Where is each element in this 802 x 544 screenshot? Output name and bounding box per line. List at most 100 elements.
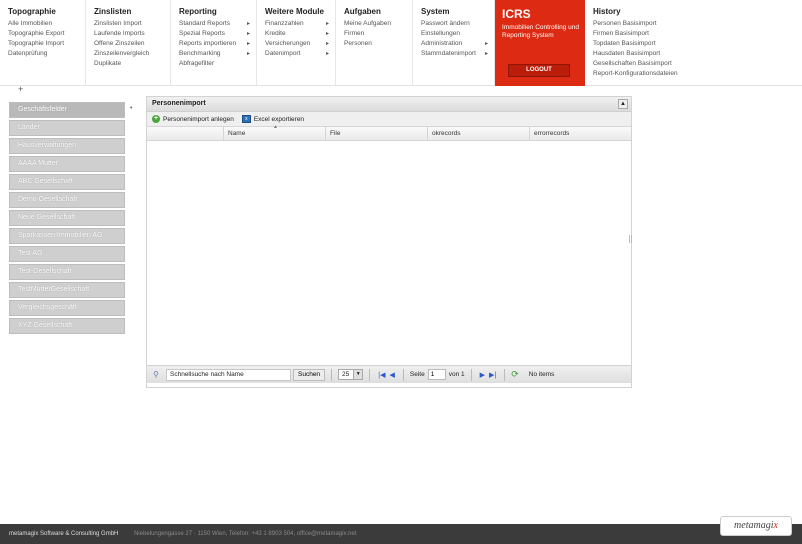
- sidebar-item[interactable]: XYZ Gesellschaft: [9, 318, 125, 334]
- sidebar-item[interactable]: Geschäftsfelder: [9, 102, 125, 118]
- search-icon: ⚲: [153, 370, 159, 379]
- sidebar-item[interactable]: Neue Gesellschaft: [9, 210, 125, 226]
- grid-body: [147, 141, 631, 359]
- plus-icon[interactable]: +: [18, 84, 23, 94]
- chevron-right-icon: ▸: [246, 51, 250, 57]
- menu-item[interactable]: Duplikate: [94, 59, 170, 69]
- sidebar-item[interactable]: Vergleichsgeschäft: [9, 300, 125, 316]
- menu-item[interactable]: Laufende Imports: [94, 29, 170, 39]
- menu-item[interactable]: Topographie Export: [8, 29, 85, 39]
- chevron-right-icon: ▸: [325, 21, 329, 27]
- chevron-right-icon: ▸: [325, 31, 329, 37]
- menu-item[interactable]: Datenprüfung: [8, 49, 85, 59]
- menu-title-zinslisten[interactable]: Zinslisten: [94, 7, 170, 16]
- menu-item[interactable]: Spezial Reports ▸: [179, 29, 256, 39]
- menu-item[interactable]: Topographie Import: [8, 39, 85, 49]
- sidebar-item[interactable]: AAAA Mutter: [9, 156, 125, 172]
- menu-item-label: Versicherungen: [265, 40, 311, 47]
- pager-separator: [331, 368, 333, 381]
- menu-item[interactable]: Reports importieren ▸: [179, 39, 256, 49]
- menu-item-label: Meine Aufgaben: [344, 20, 391, 27]
- quick-search-input[interactable]: [166, 368, 291, 381]
- menu-item[interactable]: Zinslisten Import: [94, 19, 170, 29]
- menu-title-topographie[interactable]: Topographie: [8, 7, 85, 16]
- menu-item-label: Passwort ändern: [421, 20, 470, 27]
- excel-export-button[interactable]: x Excel exportieren: [241, 115, 304, 123]
- last-page-icon[interactable]: ▶|: [489, 371, 496, 379]
- menu-item[interactable]: Versicherungen ▸: [265, 39, 335, 49]
- menu-item[interactable]: Zinszeilenvergleich: [94, 49, 170, 59]
- refresh-icon[interactable]: ⟳: [511, 369, 519, 380]
- resize-handle-icon[interactable]: [629, 235, 632, 243]
- collapse-dot-icon[interactable]: •: [130, 105, 132, 112]
- menu-item[interactable]: Finanzzahlen ▸: [265, 19, 335, 29]
- menu-column-history: History Personen Basisimport Firmen Basis…: [585, 0, 802, 86]
- menu-item[interactable]: Stammdatenimport ▸: [421, 49, 494, 59]
- sidebar-item[interactable]: Sparkassen Immobilien AG: [9, 228, 125, 244]
- page-size-select[interactable]: 25 ▼: [338, 369, 364, 380]
- menu-column-aufgaben: Aufgaben Meine Aufgaben Firmen Personen: [336, 0, 413, 86]
- footer: metamagix Software & Consulting GmbH Nie…: [0, 524, 802, 544]
- menu-title-weitere-module[interactable]: Weitere Module: [265, 7, 335, 16]
- sidebar-item[interactable]: ABC Gesellschaft: [9, 174, 125, 190]
- sort-indicator-icon: ▲: [273, 124, 278, 130]
- menu-item[interactable]: Administration ▸: [421, 39, 494, 49]
- grid-pager: ⚲ Suchen 25 ▼ |◀ ◀ Seite von 1 ▶ ▶| ⟳ No…: [147, 365, 631, 383]
- chevron-right-icon: ▸: [325, 51, 329, 57]
- history-item[interactable]: Report-Konfigurationsdateien: [593, 69, 802, 79]
- history-item[interactable]: Personen Basisimport: [593, 19, 802, 29]
- next-page-icon[interactable]: ▶: [480, 371, 485, 379]
- footer-company: metamagix Software & Consulting GmbH: [9, 531, 119, 537]
- menu-item[interactable]: Abfragefilter: [179, 59, 256, 69]
- menu-item[interactable]: Personen: [344, 39, 412, 49]
- sidebar-item[interactable]: Test AG: [9, 246, 125, 262]
- menu-item[interactable]: Passwort ändern: [421, 19, 494, 29]
- sidebar-item[interactable]: Demo Gesellschaft: [9, 192, 125, 208]
- panel-toolbar: + Personenimport anlegen x Excel exporti…: [147, 112, 631, 127]
- logout-button[interactable]: LOGOUT: [508, 64, 570, 77]
- menu-item[interactable]: Alle Immobilien: [8, 19, 85, 29]
- menu-item-label: Spezial Reports: [179, 30, 225, 37]
- menu-title-aufgaben[interactable]: Aufgaben: [344, 7, 412, 16]
- menu-item-label: Abfragefilter: [179, 60, 215, 67]
- menu-title-system[interactable]: System: [421, 7, 494, 16]
- menu-item-label: Duplikate: [94, 60, 122, 67]
- chevron-right-icon: ▸: [246, 21, 250, 27]
- icrs-subtitle: Immobilien Controlling und Reporting Sys…: [502, 24, 579, 39]
- menu-title-reporting[interactable]: Reporting: [179, 7, 256, 16]
- sidebar-item[interactable]: Test-Gesellschaft: [9, 264, 125, 280]
- column-errorrecords[interactable]: errorrecords: [529, 127, 631, 141]
- pager-separator: [369, 368, 371, 381]
- menu-item[interactable]: Datenimport ▸: [265, 49, 335, 59]
- menu-item[interactable]: Firmen: [344, 29, 412, 39]
- menu-item[interactable]: Offene Zinszeilen: [94, 39, 170, 49]
- column-okrecords[interactable]: okrecords: [427, 127, 529, 141]
- menu-item[interactable]: Meine Aufgaben: [344, 19, 412, 29]
- sidebar: Geschäftsfelder Länder Hausverwaltungen AAA…: [9, 102, 125, 336]
- panel-collapse-icon[interactable]: ▲: [618, 99, 628, 109]
- add-icon: +: [152, 115, 160, 123]
- menu-item-label: Datenprüfung: [8, 50, 48, 57]
- page-number-input[interactable]: [427, 369, 446, 380]
- history-item[interactable]: Topdaten Basisimport: [593, 39, 802, 49]
- search-button[interactable]: Suchen: [293, 368, 326, 381]
- pager-separator: [504, 368, 506, 381]
- menu-item[interactable]: Einstellungen: [421, 29, 494, 39]
- sidebar-item[interactable]: Länder: [9, 120, 125, 136]
- menu-column-weitere-module: Weitere Module Finanzzahlen ▸ Kredite ▸ Versi…: [257, 0, 336, 86]
- history-item[interactable]: Hausdaten Basisimport: [593, 49, 802, 59]
- add-import-button[interactable]: + Personenimport anlegen: [152, 115, 234, 123]
- history-item[interactable]: Gesellschaften Basisimport: [593, 59, 802, 69]
- menu-item[interactable]: Benchmarking ▸: [179, 49, 256, 59]
- menu-item-label: Datenimport: [265, 50, 301, 57]
- menu-item[interactable]: Kredite ▸: [265, 29, 335, 39]
- column-file[interactable]: File: [325, 127, 427, 141]
- sidebar-item[interactable]: Hausverwaltungen: [9, 138, 125, 154]
- menu-title-history: History: [593, 7, 621, 16]
- history-item[interactable]: Firmen Basisimport: [593, 29, 802, 39]
- prev-page-icon[interactable]: ◀: [389, 371, 394, 379]
- menu-item[interactable]: Standard Reports ▸: [179, 19, 256, 29]
- first-page-icon[interactable]: |◀: [378, 371, 385, 379]
- sidebar-item[interactable]: TestMutterGesellschaft: [9, 282, 125, 298]
- chevron-right-icon: ▸: [325, 41, 329, 47]
